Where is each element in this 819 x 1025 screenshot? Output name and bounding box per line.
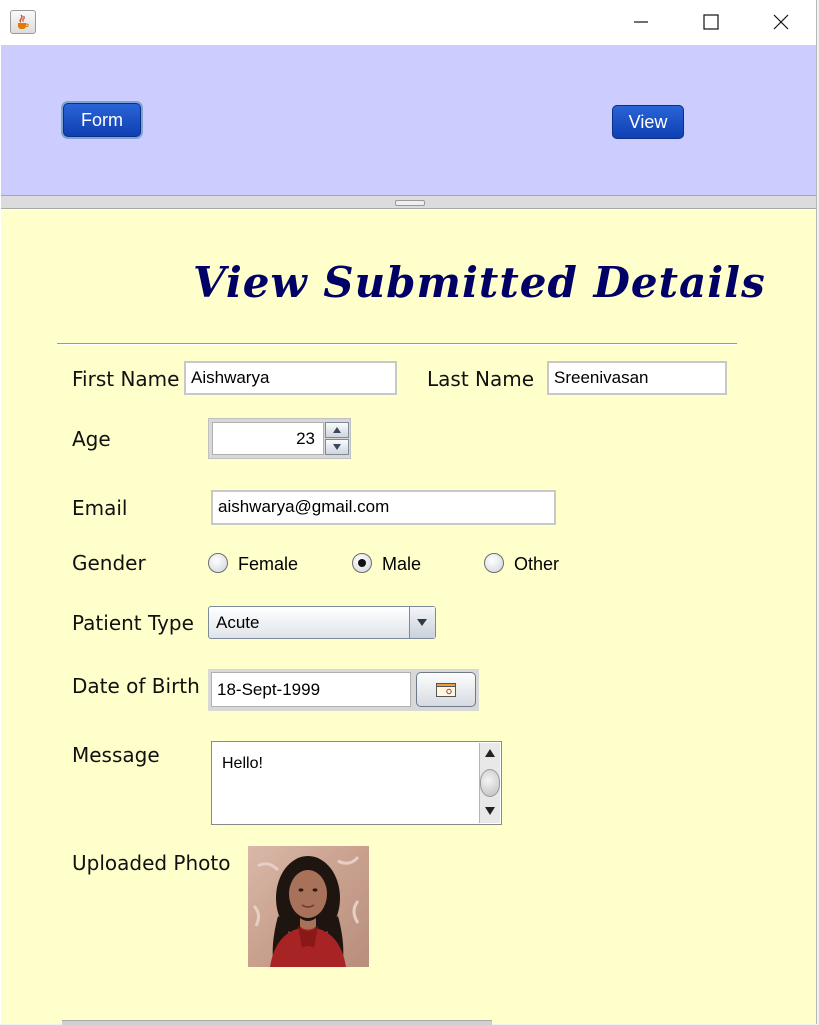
gender-female-label[interactable]: Female [238,554,298,575]
uploaded-photo-label: Uploaded Photo [72,851,231,875]
age-increment-button[interactable] [325,422,349,438]
age-spinner: 23 [208,418,351,459]
patient-type-dropdown[interactable]: Acute [208,606,436,639]
message-text: Hello! [222,755,263,772]
uploaded-photo [248,846,369,967]
maximize-icon [703,14,719,30]
gender-label: Gender [72,551,146,575]
calendar-icon [436,683,456,697]
email-label: Email [72,496,128,520]
patient-type-label: Patient Type [72,611,194,635]
form-button[interactable]: Form [63,103,141,137]
java-cup-icon[interactable] [10,10,36,34]
dob-label: Date of Birth [72,674,200,698]
divider-grip-handle[interactable] [395,200,425,206]
close-button[interactable] [758,0,804,45]
application-window: Form View View Submitted Details First N… [0,0,817,1025]
close-icon [773,14,789,30]
age-label: Age [72,427,111,451]
dob-field[interactable]: 18-Sept-1999 [211,672,411,707]
page-title: View Submitted Details [193,258,766,307]
maximize-button[interactable] [688,0,734,45]
gender-other-radio[interactable] [484,553,504,573]
last-name-field[interactable]: Sreenivasan [547,361,727,395]
radio-selected-dot [358,559,366,567]
age-decrement-button[interactable] [325,439,349,455]
minimize-icon [634,21,648,23]
scroll-up-icon[interactable] [484,748,496,758]
first-name-field[interactable]: Aishwarya [184,361,397,395]
title-bar [0,0,816,45]
message-scrollbar[interactable] [479,743,500,823]
horizontal-scrollbar-edge [62,1020,492,1025]
scroll-thumb[interactable] [480,769,500,797]
date-picker: 18-Sept-1999 [208,669,479,711]
message-textarea[interactable]: Hello! [211,741,502,825]
portrait-photo-image [248,846,369,967]
calendar-button[interactable] [416,672,476,707]
scroll-down-icon[interactable] [484,806,496,816]
title-separator [57,343,737,345]
first-name-label: First Name [72,367,180,391]
gender-male-label[interactable]: Male [382,554,421,575]
gender-other-label[interactable]: Other [514,554,559,575]
split-pane-divider[interactable] [1,195,816,209]
message-label: Message [72,743,160,767]
dropdown-arrow-button[interactable] [409,607,435,638]
patient-type-selected-value: Acute [216,613,260,632]
age-field[interactable]: 23 [212,422,324,455]
minimize-button[interactable] [618,0,664,45]
gender-male-radio[interactable] [352,553,372,573]
arrow-up-icon [333,427,341,433]
view-button[interactable]: View [612,105,684,139]
chevron-down-icon [417,619,427,626]
gender-female-radio[interactable] [208,553,228,573]
arrow-down-icon [333,444,341,450]
last-name-label: Last Name [427,367,535,391]
email-field[interactable]: aishwarya@gmail.com [211,490,556,525]
